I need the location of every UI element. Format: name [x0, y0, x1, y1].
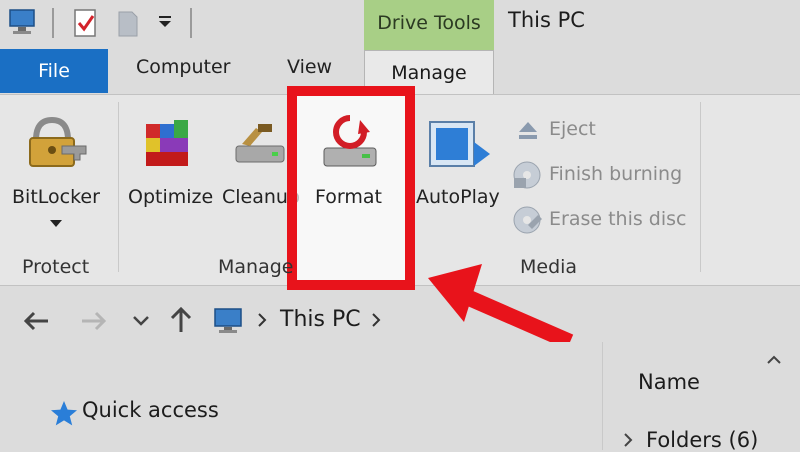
properties-icon[interactable]: [72, 8, 100, 38]
erase-disc-button[interactable]: Erase this disc: [549, 208, 686, 230]
autoplay-button[interactable]: AutoPlay: [416, 186, 500, 208]
finish-burning-icon: [513, 161, 541, 189]
column-header-name[interactable]: Name: [638, 370, 700, 394]
folders-group-header[interactable]: Folders (6): [646, 428, 758, 452]
eject-button[interactable]: Eject: [549, 118, 596, 140]
finish-burning-button[interactable]: Finish burning: [549, 163, 682, 185]
optimize-icon: [146, 120, 188, 166]
eject-icon: [519, 122, 537, 139]
expand-chevron-right-icon[interactable]: [622, 432, 634, 448]
back-arrow-icon[interactable]: [22, 310, 50, 332]
toolbar-separator: [52, 8, 54, 38]
toolbar-separator: [190, 8, 192, 38]
tab-view[interactable]: View: [287, 56, 332, 78]
address-path[interactable]: This PC: [280, 307, 361, 332]
group-divider: [700, 102, 701, 272]
breadcrumb-chevron-icon[interactable]: [256, 312, 268, 328]
quick-access-link[interactable]: Quick access: [82, 398, 219, 422]
format-button[interactable]: Format: [315, 186, 382, 208]
drive-tools-label: Drive Tools: [377, 12, 481, 34]
group-protect-label: Protect: [22, 256, 90, 278]
group-manage-label: Manage: [218, 256, 294, 278]
tab-file[interactable]: File: [0, 49, 108, 93]
breadcrumb-chevron-icon[interactable]: [370, 312, 382, 328]
computer-icon[interactable]: [8, 8, 38, 36]
recent-locations-chevron-icon[interactable]: [132, 314, 150, 328]
bitlocker-icon: [29, 116, 87, 167]
collapse-chevron-up-icon[interactable]: [766, 354, 782, 366]
star-icon: [51, 401, 77, 426]
customize-toolbar-icon[interactable]: [156, 14, 174, 30]
address-computer-icon: [214, 308, 242, 333]
window-title: This PC: [508, 8, 585, 32]
group-divider: [118, 102, 119, 272]
bitlocker-button[interactable]: BitLocker: [12, 186, 100, 208]
new-folder-icon[interactable]: [116, 8, 140, 38]
disk-cleanup-icon: [235, 124, 285, 163]
autoplay-icon: [429, 121, 490, 167]
forward-arrow-icon[interactable]: [80, 310, 108, 332]
erase-disc-icon: [513, 206, 542, 234]
tab-computer[interactable]: Computer: [136, 56, 230, 78]
pane-divider[interactable]: [602, 342, 603, 450]
up-arrow-icon[interactable]: [168, 306, 194, 334]
chevron-down-icon[interactable]: [50, 220, 62, 228]
format-icon: [323, 115, 377, 167]
optimize-button[interactable]: Optimize: [128, 186, 213, 208]
